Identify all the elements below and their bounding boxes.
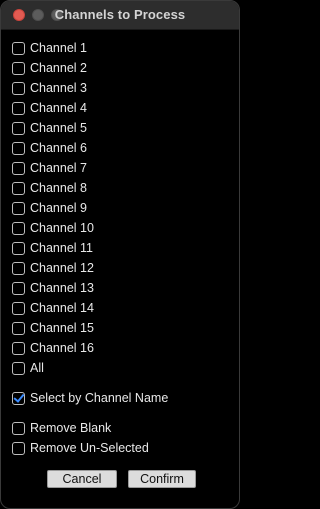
channel-row-14[interactable]: Channel 14 — [12, 299, 94, 317]
channel-8-label: Channel 8 — [30, 181, 87, 195]
channel-15-label: Channel 15 — [30, 321, 94, 335]
remove-unselected-label: Remove Un-Selected — [30, 441, 149, 455]
channel-5-label: Channel 5 — [30, 121, 87, 135]
all-channels-label: All — [30, 361, 44, 375]
channel-7-label: Channel 7 — [30, 161, 87, 175]
channel-3-checkbox[interactable] — [12, 81, 25, 95]
channel-7-checkbox[interactable] — [12, 161, 25, 175]
channel-13-label: Channel 13 — [30, 281, 94, 295]
channel-11-label: Channel 11 — [30, 241, 94, 255]
channel-12-label: Channel 12 — [30, 261, 94, 275]
channel-row-8[interactable]: Channel 8 — [12, 179, 87, 197]
channel-row-16[interactable]: Channel 16 — [12, 339, 94, 357]
remove-blank-checkbox[interactable] — [12, 421, 25, 435]
channel-10-checkbox[interactable] — [12, 221, 25, 235]
channel-row-1[interactable]: Channel 1 — [12, 39, 87, 57]
channel-11-checkbox[interactable] — [12, 241, 25, 255]
channel-13-checkbox[interactable] — [12, 281, 25, 295]
channel-4-label: Channel 4 — [30, 101, 87, 115]
channel-row-2[interactable]: Channel 2 — [12, 59, 87, 77]
channel-2-checkbox[interactable] — [12, 61, 25, 75]
channel-row-3[interactable]: Channel 3 — [12, 79, 87, 97]
remove-blank-row[interactable]: Remove Blank — [12, 419, 111, 437]
channel-3-label: Channel 3 — [30, 81, 87, 95]
select-by-name-label: Select by Channel Name — [30, 391, 169, 405]
channel-10-label: Channel 10 — [30, 221, 94, 235]
remove-unselected-checkbox[interactable] — [12, 441, 25, 455]
channel-row-10[interactable]: Channel 10 — [12, 219, 94, 237]
window-title: Channels to Process — [54, 7, 186, 22]
title-bar: Channels to Process — [1, 1, 239, 30]
channel-row-7[interactable]: Channel 7 — [12, 159, 87, 177]
select-by-name-row[interactable]: Select by Channel Name — [12, 389, 168, 407]
select-by-name-checkbox[interactable] — [12, 391, 25, 405]
channel-14-checkbox[interactable] — [12, 301, 25, 315]
channel-15-checkbox[interactable] — [12, 321, 25, 335]
channel-9-checkbox[interactable] — [12, 201, 25, 215]
channel-5-checkbox[interactable] — [12, 121, 25, 135]
channel-6-checkbox[interactable] — [12, 141, 25, 155]
channel-4-checkbox[interactable] — [12, 101, 25, 115]
confirm-button[interactable]: Confirm — [128, 470, 196, 488]
channel-16-label: Channel 16 — [30, 341, 94, 355]
channel-row-4[interactable]: Channel 4 — [12, 99, 87, 117]
channel-16-checkbox[interactable] — [12, 341, 25, 355]
remove-blank-label: Remove Blank — [30, 421, 112, 435]
channel-9-label: Channel 9 — [30, 201, 87, 215]
channel-row-13[interactable]: Channel 13 — [12, 279, 94, 297]
channel-1-checkbox[interactable] — [12, 41, 25, 55]
channel-2-label: Channel 2 — [30, 61, 87, 75]
channel-12-checkbox[interactable] — [12, 261, 25, 275]
all-channels-checkbox[interactable] — [12, 361, 25, 375]
channel-8-checkbox[interactable] — [12, 181, 25, 195]
channel-1-label: Channel 1 — [30, 41, 87, 55]
remove-unselected-row[interactable]: Remove Un-Selected — [12, 439, 149, 457]
cancel-button[interactable]: Cancel — [47, 470, 117, 488]
channel-row-5[interactable]: Channel 5 — [12, 119, 87, 137]
channel-row-9[interactable]: Channel 9 — [12, 199, 87, 217]
channel-6-label: Channel 6 — [30, 141, 87, 155]
channel-row-6[interactable]: Channel 6 — [12, 139, 87, 157]
all-channels-row[interactable]: All — [12, 359, 44, 377]
channel-14-label: Channel 14 — [30, 301, 94, 315]
channel-row-15[interactable]: Channel 15 — [12, 319, 94, 337]
channel-row-11[interactable]: Channel 11 — [12, 239, 93, 257]
dialog-window: Channels to Process Channel 1 Channel 2 … — [0, 0, 240, 509]
channel-row-12[interactable]: Channel 12 — [12, 259, 94, 277]
